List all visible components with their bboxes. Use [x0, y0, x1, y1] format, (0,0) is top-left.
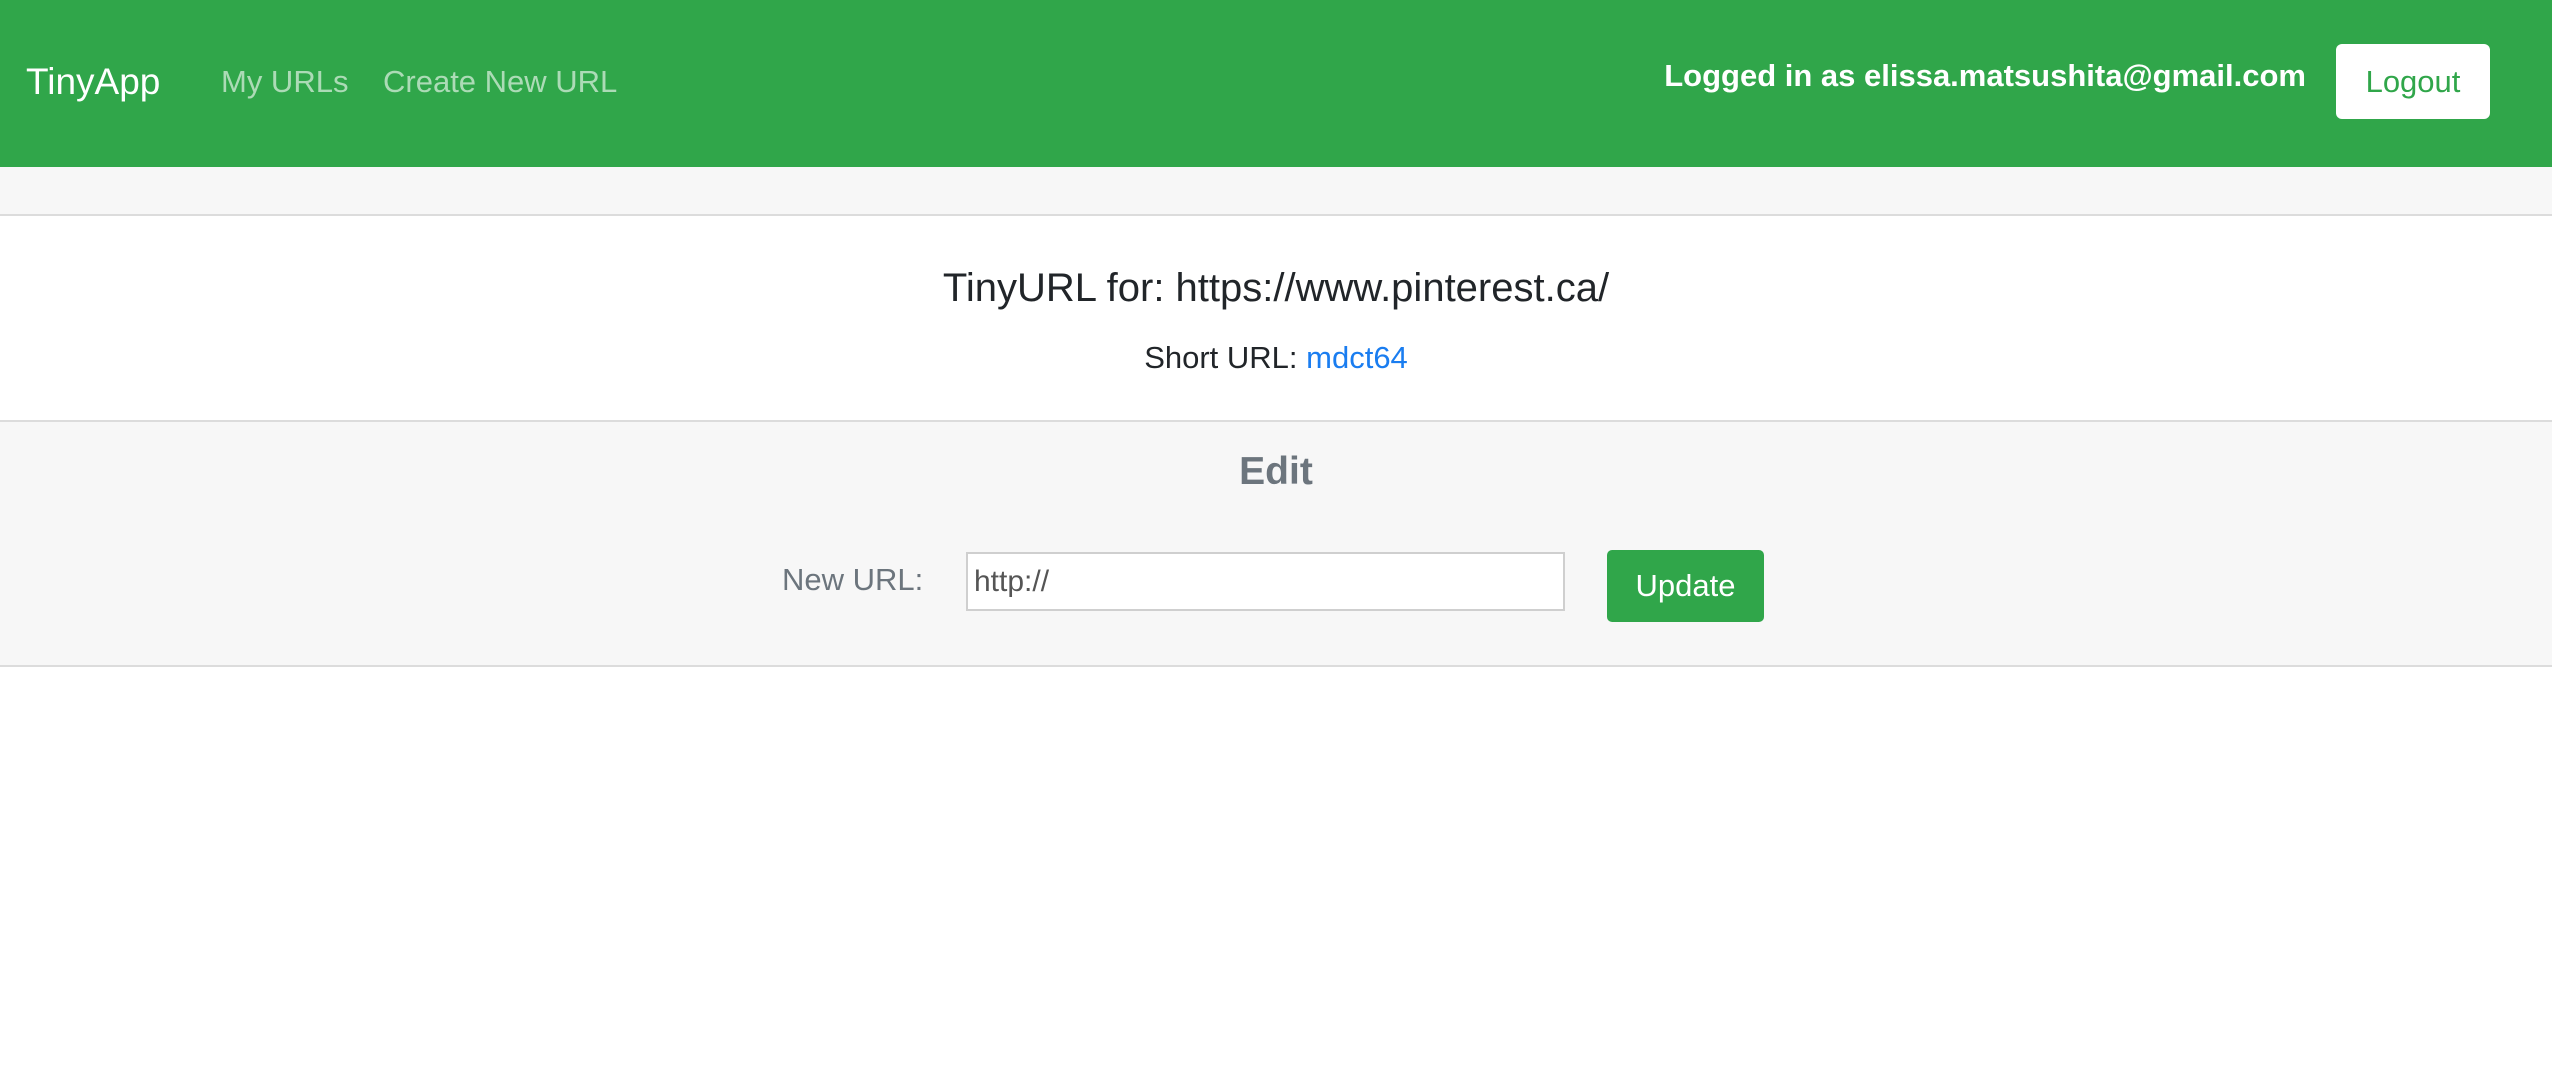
update-button[interactable]: Update — [1607, 550, 1764, 622]
short-url-label: Short URL: — [1144, 340, 1307, 375]
edit-heading: Edit — [1239, 450, 1313, 493]
nav-link-create-new-url[interactable]: Create New URL — [383, 62, 617, 102]
navbar: TinyApp My URLs Create New URL Logged in… — [0, 0, 2552, 167]
logged-in-status: Logged in as elissa.matsushita@gmail.com — [1664, 58, 2306, 93]
short-url-line: Short URL: mdct64 — [0, 338, 2552, 378]
new-url-label: New URL: — [782, 562, 924, 597]
new-url-input[interactable] — [966, 552, 1565, 611]
card-header — [0, 167, 2552, 216]
brand-link[interactable]: TinyApp — [26, 58, 160, 106]
edit-section: Edit New URL: Update — [0, 420, 2552, 667]
page-title: TinyURL for: https://www.pinterest.ca/ — [942, 266, 1610, 310]
logout-button[interactable]: Logout — [2336, 44, 2490, 119]
nav-link-my-urls[interactable]: My URLs — [221, 62, 348, 102]
card-body: TinyURL for: https://www.pinterest.ca/ S… — [0, 216, 2552, 420]
short-url-link[interactable]: mdct64 — [1306, 340, 1408, 375]
